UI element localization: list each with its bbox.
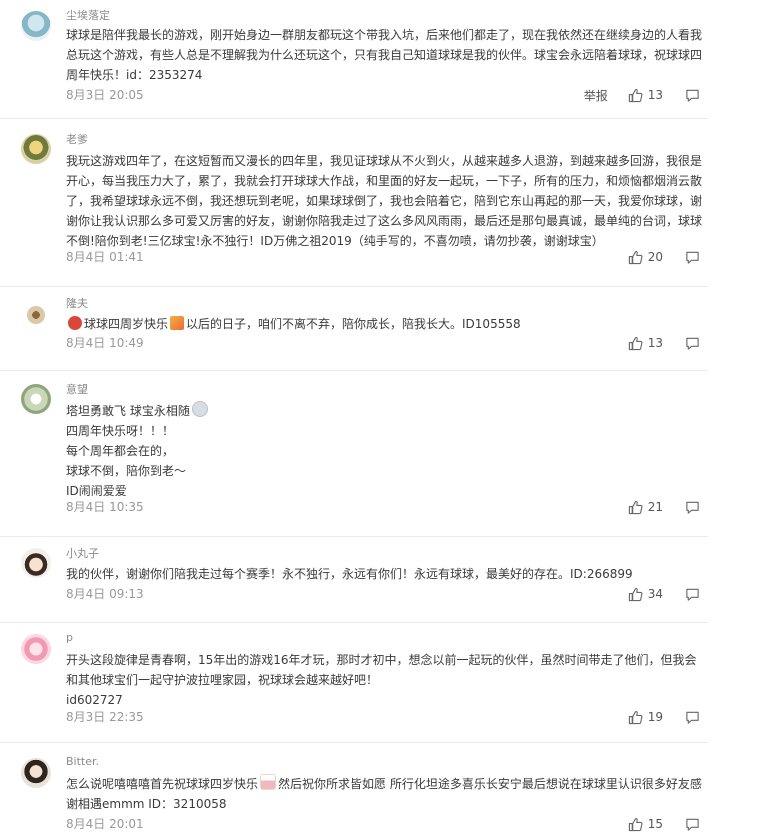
comment-item: р 开头这段旋律是青春啊，15年出的游戏16年才玩，那时才初中，想念以前一起玩的…	[0, 622, 708, 743]
like-count: 20	[647, 250, 663, 264]
username[interactable]: р	[66, 631, 73, 644]
reply-icon[interactable]	[685, 250, 700, 265]
comment-text: 开头这段旋律是青春啊，15年出的游戏16年才玩，那时才初中，想念以前一起玩的伙伴…	[66, 653, 697, 707]
comment-actions: 20	[628, 248, 700, 266]
comment-text: 我的伙伴，谢谢你们陪我走过每个赛季！永不独行，永远有你们！永远有球球，最美好的存…	[66, 567, 633, 581]
like-button[interactable]: 20	[628, 250, 663, 265]
username[interactable]: 隆夫	[66, 295, 88, 311]
timestamp: 8月3日 22:35	[66, 710, 144, 724]
comment-text: 我玩这游戏四年了，在这短暂而又漫长的四年里，我见证球球从不火到火，从越来越多人退…	[66, 154, 703, 248]
like-count: 19	[647, 710, 663, 724]
comment-footer: 8月4日 10:35 21	[66, 498, 708, 516]
thumbs-up-icon	[628, 88, 643, 102]
comment-footer: 8月4日 20:01 15	[66, 815, 708, 833]
like-count: 34	[647, 587, 663, 601]
reply-icon[interactable]	[685, 500, 700, 515]
username[interactable]: 尘埃落定	[66, 7, 110, 23]
like-button[interactable]: 13	[628, 336, 663, 351]
ghost-emoji-icon	[191, 401, 208, 417]
avatar[interactable]	[21, 11, 51, 41]
thumbs-up-icon	[628, 250, 643, 264]
thumbs-up-icon	[628, 710, 643, 724]
comment-list: 尘埃落定 球球是陪伴我最长的游戏，刚开始身边一群朋友都玩这个带我入坑，后来他们都…	[0, 0, 763, 838]
timestamp: 8月4日 09:13	[66, 587, 144, 601]
avatar[interactable]	[27, 306, 45, 324]
thumbs-up-icon	[628, 817, 643, 831]
like-count: 21	[647, 500, 663, 514]
comment-item: 意望 塔坦勇敢飞 球宝永相随 四周年快乐呀！！！ 每个周年都会在的， 球球不倒，…	[0, 370, 708, 537]
report-button[interactable]: 举报	[584, 87, 608, 104]
reply-icon[interactable]	[685, 336, 700, 351]
comment-footer: 8月3日 20:05 举报 13	[66, 86, 708, 104]
timestamp: 8月4日 10:35	[66, 500, 144, 514]
comment-actions: 19	[628, 708, 700, 726]
comment-item: 尘埃落定 球球是陪伴我最长的游戏，刚开始身边一群朋友都玩这个带我入坑，后来他们都…	[0, 0, 708, 119]
comment-actions: 13	[628, 334, 700, 352]
comment-text: 球球是陪伴我最长的游戏，刚开始身边一群朋友都玩这个带我入坑，后来他们都走了，现在…	[66, 28, 703, 82]
comment-actions: 15	[628, 815, 700, 833]
comment-text: 球球四周岁快乐 以后的日子，咱们不离不弃，陪你成长，陪我长大。ID105558	[66, 314, 708, 334]
cake-emoji-icon	[260, 774, 277, 790]
comment-item: 小丸子 我的伙伴，谢谢你们陪我走过每个赛季！永不独行，永远有你们！永远有球球，最…	[0, 536, 708, 623]
username[interactable]: Bitter.	[66, 755, 99, 768]
reply-icon[interactable]	[685, 88, 700, 103]
avatar[interactable]	[21, 634, 51, 664]
like-button[interactable]: 34	[628, 587, 663, 602]
comment-text: 怎么说呢嘻嘻嘻首先祝球球四岁快乐 然后祝你所求皆如愿 所行化坦途多喜乐长安宁最后想…	[66, 774, 708, 814]
timestamp: 8月4日 10:49	[66, 336, 144, 350]
comment-footer: 8月4日 10:49 13	[66, 334, 708, 352]
comment-actions: 举报 13	[584, 86, 700, 104]
thumbs-up-icon	[628, 587, 643, 601]
username[interactable]: 意望	[66, 381, 88, 397]
reply-icon[interactable]	[685, 817, 700, 832]
avatar[interactable]	[21, 134, 51, 164]
thumbs-up-icon	[628, 500, 643, 514]
like-count: 15	[647, 817, 663, 831]
comment-footer: 8月4日 01:41 20	[66, 248, 708, 266]
thumbs-up-icon	[628, 336, 643, 350]
comment-actions: 21	[628, 498, 700, 516]
comment-item: Bitter. 怎么说呢嘻嘻嘻首先祝球球四岁快乐 然后祝你所求皆如愿 所行化坦途多…	[0, 742, 708, 838]
blessing-emoji-icon	[68, 316, 82, 330]
timestamp: 8月3日 20:05	[66, 88, 144, 102]
reply-icon[interactable]	[685, 587, 700, 602]
like-count: 13	[647, 336, 663, 350]
username[interactable]: 小丸子	[66, 545, 99, 561]
comment-text: 塔坦勇敢飞 球宝永相随 四周年快乐呀！！！ 每个周年都会在的， 球球不倒，陪你到…	[66, 401, 708, 501]
avatar[interactable]	[21, 548, 51, 578]
like-button[interactable]: 21	[628, 500, 663, 515]
avatar[interactable]	[21, 384, 51, 414]
timestamp: 8月4日 01:41	[66, 250, 144, 264]
comment-item: 老爹 我玩这游戏四年了，在这短暂而又漫长的四年里，我见证球球从不火到火，从越来越…	[0, 118, 708, 287]
like-count: 13	[647, 88, 663, 102]
comment-item: 隆夫 球球四周岁快乐 以后的日子，咱们不离不弃，陪你成长，陪我长大。ID10555…	[0, 286, 708, 371]
like-button[interactable]: 15	[628, 817, 663, 832]
comment-footer: 8月3日 22:35 19	[66, 708, 708, 726]
comment-actions: 34	[628, 585, 700, 603]
like-button[interactable]: 19	[628, 710, 663, 725]
party-popper-icon	[170, 316, 185, 330]
timestamp: 8月4日 20:01	[66, 817, 144, 831]
avatar[interactable]	[21, 758, 51, 788]
comment-footer: 8月4日 09:13 34	[66, 585, 708, 603]
like-button[interactable]: 13	[628, 88, 663, 103]
username[interactable]: 老爹	[66, 131, 88, 147]
reply-icon[interactable]	[685, 710, 700, 725]
